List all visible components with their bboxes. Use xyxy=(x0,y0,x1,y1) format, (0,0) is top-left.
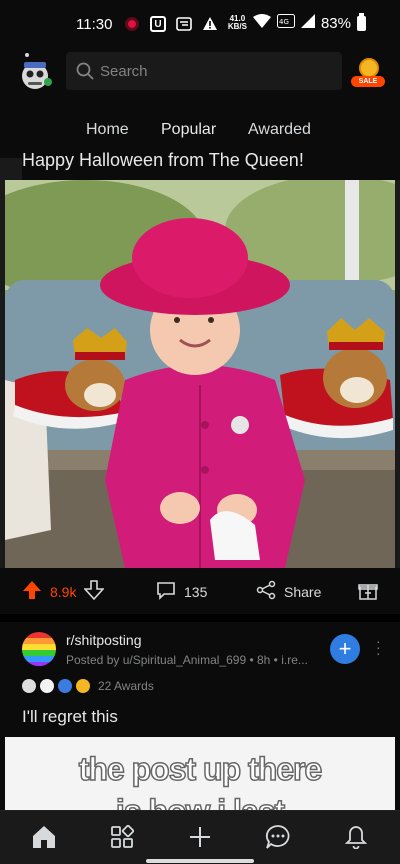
downvote-icon[interactable] xyxy=(83,580,106,603)
bell-icon[interactable] xyxy=(342,823,370,851)
create-post-icon[interactable] xyxy=(186,823,214,851)
translate-icon xyxy=(176,16,192,32)
meme-caption-line1: the post up there xyxy=(78,750,323,788)
home-icon[interactable] xyxy=(30,823,58,851)
search-bar[interactable]: Search xyxy=(66,52,342,90)
search-input[interactable]: Search xyxy=(100,63,148,80)
feed[interactable]: Home Popular Awarded Happy Halloween fro… xyxy=(0,100,400,810)
share-button[interactable]: Share xyxy=(256,580,321,603)
cat-award-icon xyxy=(76,679,90,693)
status-time: 11:30 xyxy=(76,16,113,33)
award-button[interactable] xyxy=(358,580,378,603)
coin-sale-button[interactable]: SALE xyxy=(351,56,387,90)
share-icon xyxy=(256,580,276,603)
network-speed: 41.0 KB/S xyxy=(228,15,247,31)
tab-popular[interactable]: Popular xyxy=(161,121,216,139)
awards-row[interactable]: 22 Awards xyxy=(22,679,154,693)
post-image[interactable]: the post up there is how i last xyxy=(5,737,395,810)
upvote-icon[interactable] xyxy=(22,580,42,603)
coin-icon xyxy=(359,58,379,78)
tab-awarded[interactable]: Awarded xyxy=(248,121,311,139)
cell-signal-icon xyxy=(300,14,315,32)
bottom-navigation xyxy=(0,810,400,864)
gift-icon xyxy=(358,580,378,603)
chat-icon[interactable] xyxy=(264,823,292,851)
post-action-bar: 8.9k 135 Share xyxy=(0,568,400,614)
awards-count: 22 Awards xyxy=(98,679,154,693)
record-icon xyxy=(124,16,140,32)
post-card[interactable]: r/shitposting Posted by u/Spiritual_Anim… xyxy=(0,622,400,810)
post-title-text[interactable]: Happy Halloween from The Queen! xyxy=(22,150,304,171)
discover-icon[interactable] xyxy=(108,823,136,851)
post-title[interactable]: I'll regret this xyxy=(22,707,118,727)
tab-home[interactable]: Home xyxy=(86,121,129,139)
post-divider xyxy=(0,614,400,622)
wholesome-award-icon xyxy=(40,679,54,693)
u-app-icon: U xyxy=(150,16,166,32)
volte-icon: 4G xyxy=(276,14,295,32)
meme-caption-line2: is how i last xyxy=(5,792,395,810)
post-title[interactable]: Happy Halloween from The Queen! xyxy=(22,150,400,180)
subreddit-avatar[interactable] xyxy=(22,632,56,666)
app-header: Search SALE xyxy=(0,48,400,100)
network-speed-unit: KB/S xyxy=(227,22,247,31)
posted-by-line[interactable]: Posted by u/Spiritual_Animal_699 • 8h • … xyxy=(66,653,308,667)
home-indicator[interactable] xyxy=(146,859,254,863)
warning-icon xyxy=(202,16,218,32)
subreddit-name[interactable]: r/shitposting xyxy=(66,632,141,648)
battery-percent: 83% xyxy=(320,14,351,32)
helpful-award-icon xyxy=(58,679,72,693)
search-icon xyxy=(76,62,94,85)
silver-award-icon xyxy=(22,679,36,693)
share-label: Share xyxy=(284,583,322,600)
vote-count: 8.9k xyxy=(50,583,77,600)
comment-icon xyxy=(156,580,176,603)
comments-button[interactable]: 135 xyxy=(156,580,207,603)
sale-badge: SALE xyxy=(351,76,385,87)
battery-icon xyxy=(357,12,366,31)
comment-count: 135 xyxy=(184,583,208,600)
status-right-group: 41.0 KB/S 4G 83% xyxy=(228,12,366,32)
status-bar: 11:30 U 41.0 KB/S 4G 83% xyxy=(0,0,400,48)
post-image[interactable] xyxy=(5,180,395,568)
svg-text:4G: 4G xyxy=(279,18,289,26)
vote-group: 8.9k xyxy=(22,580,106,603)
wifi-icon xyxy=(252,14,271,32)
join-button[interactable]: + xyxy=(330,634,360,664)
more-options-icon[interactable]: · · · xyxy=(376,634,381,660)
status-notification-icons: U xyxy=(124,16,218,32)
user-avatar[interactable] xyxy=(18,52,52,92)
